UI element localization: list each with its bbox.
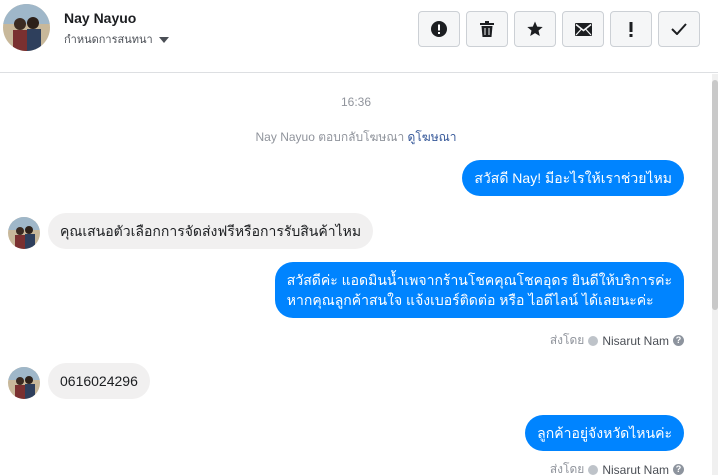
star-icon [527, 21, 543, 36]
report-icon [431, 21, 447, 37]
outgoing-message[interactable]: ลูกค้าอยู่จังหวัดไหนค่ะ [525, 415, 684, 451]
ad-reply-notice: Nay Nayuo ตอบกลับโฆษณา ดูโฆษณา [0, 128, 712, 147]
sent-by-info: ส่งโดย Nisarut Nam ? [550, 331, 684, 350]
exclamation-icon [629, 21, 633, 37]
trash-icon [480, 21, 494, 37]
caret-down-icon [158, 36, 169, 43]
sender-avatar[interactable] [8, 217, 40, 249]
mark-done-button[interactable] [658, 11, 700, 47]
help-icon[interactable]: ? [673, 335, 684, 346]
delete-button[interactable] [466, 11, 508, 47]
mail-icon [574, 22, 592, 36]
contact-name[interactable]: Nay Nayuo [64, 10, 136, 26]
verified-icon [588, 335, 599, 346]
sent-by-label: ส่งโดย [549, 333, 585, 347]
message-text-line: สวัสดีค่ะ แอดมินน้ำเพจากร้านโชคคุณโชคอุด… [286, 272, 672, 288]
message-timestamp: 16:36 [340, 95, 372, 109]
mark-unread-button[interactable] [562, 11, 604, 47]
star-button[interactable] [514, 11, 556, 47]
ad-reply-text: Nay Nayuo ตอบกลับโฆษณา [255, 130, 405, 144]
sender-avatar[interactable] [8, 367, 40, 399]
help-icon[interactable]: ? [673, 464, 684, 475]
conversation-header: Nay Nayuo กำหนดการสนทนา [0, 0, 718, 73]
outgoing-message[interactable]: สวัสดี Nay! มีอะไรให้เราช่วยไหม [462, 160, 684, 196]
message-text-line: หากคุณลูกค้าสนใจ แจ้งเบอร์ติดต่อ หรือ ไอ… [286, 292, 654, 308]
outgoing-message[interactable]: สวัสดีค่ะ แอดมินน้ำเพจากร้านโชคคุณโชคอุด… [274, 262, 684, 318]
incoming-message[interactable]: คุณเสนอตัวเลือกการจัดส่งฟรีหรือการรับสิน… [48, 213, 374, 249]
follow-up-button[interactable] [610, 11, 652, 47]
sent-by-name[interactable]: Nisarut Nam [602, 334, 669, 348]
message-text: คุณเสนอตัวเลือกการจัดส่งฟรีหรือการรับสิน… [60, 223, 362, 239]
sent-by-name[interactable]: Nisarut Nam [602, 463, 669, 475]
message-text: สวัสดี Nay! มีอะไรให้เราช่วยไหม [474, 170, 672, 186]
sent-by-label: ส่งโดย [549, 462, 585, 475]
check-icon [671, 23, 687, 35]
contact-avatar[interactable] [3, 4, 50, 51]
incoming-message[interactable]: 0616024296 [48, 363, 150, 399]
report-spam-button[interactable] [418, 11, 460, 47]
sent-by-info: ส่งโดย Nisarut Nam ? [550, 460, 684, 475]
view-ad-link[interactable]: ดูโฆษณา [408, 130, 457, 144]
message-text: ลูกค้าอยู่จังหวัดไหนค่ะ [537, 425, 672, 441]
conversation-toolbar [418, 11, 700, 47]
scrollbar-thumb[interactable] [712, 80, 718, 310]
conversation-schedule-dropdown[interactable]: กำหนดการสนทนา [64, 30, 169, 48]
message-text: 0616024296 [60, 373, 138, 389]
verified-icon [588, 464, 599, 475]
schedule-label: กำหนดการสนทนา [64, 34, 153, 46]
